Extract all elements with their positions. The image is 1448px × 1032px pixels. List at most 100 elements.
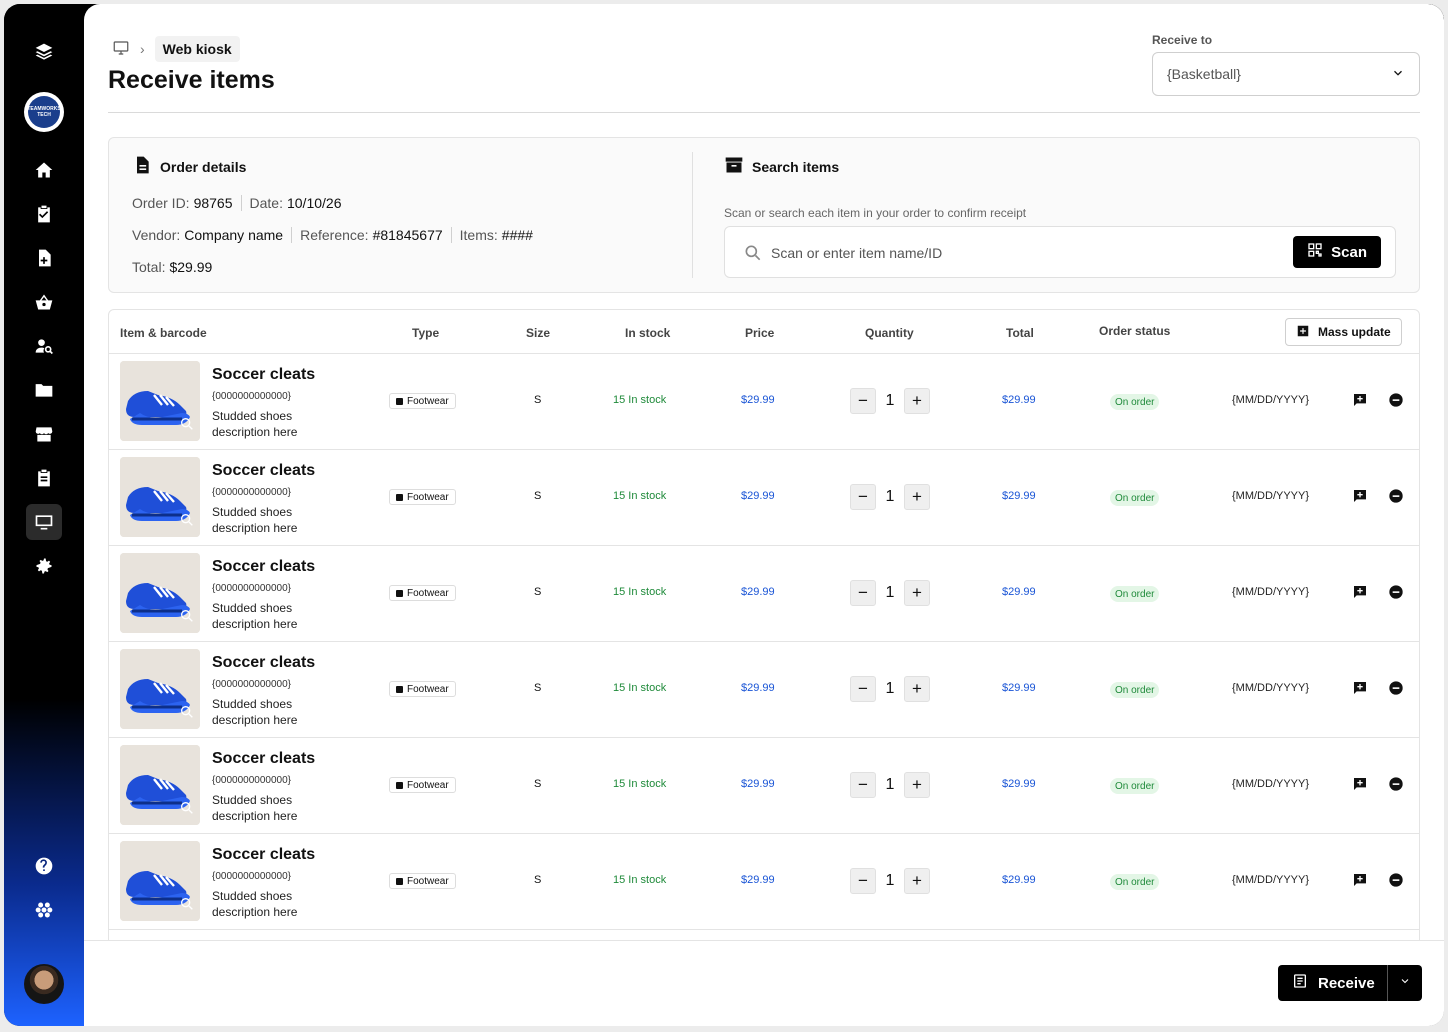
increment-button[interactable]: +: [904, 868, 930, 894]
zoom-icon[interactable]: [179, 896, 195, 917]
size-value: S: [534, 490, 542, 502]
folder-icon[interactable]: [26, 372, 62, 408]
price-value[interactable]: $29.99: [741, 778, 775, 790]
decrement-button[interactable]: −: [850, 676, 876, 702]
monitor-icon[interactable]: [112, 39, 130, 60]
zoom-icon[interactable]: [179, 512, 195, 533]
search-input[interactable]: [771, 237, 1271, 269]
add-comment-icon[interactable]: [1352, 488, 1368, 504]
add-comment-icon[interactable]: [1352, 776, 1368, 792]
price-value[interactable]: $29.99: [741, 490, 775, 502]
decrement-button[interactable]: −: [850, 772, 876, 798]
product-image[interactable]: [120, 457, 200, 537]
product-image[interactable]: [120, 841, 200, 921]
product-image[interactable]: [120, 361, 200, 441]
total-label: Total:: [132, 259, 166, 275]
chevron-down-icon: [1391, 66, 1405, 83]
size-value: S: [534, 778, 542, 790]
col-total[interactable]: Total: [1006, 326, 1034, 340]
quantity-value[interactable]: 1: [876, 584, 904, 602]
total-value[interactable]: $29.99: [1002, 586, 1036, 598]
date-value[interactable]: {MM/DD/YYYY}: [1232, 874, 1309, 886]
apps-icon[interactable]: [26, 892, 62, 928]
item-barcode: {0000000000000}: [212, 391, 291, 402]
col-type[interactable]: Type: [412, 326, 439, 340]
increment-button[interactable]: +: [904, 388, 930, 414]
monitor-icon[interactable]: [26, 504, 62, 540]
decrement-button[interactable]: −: [850, 580, 876, 606]
total-value[interactable]: $29.99: [1002, 874, 1036, 886]
date-value[interactable]: {MM/DD/YYYY}: [1232, 490, 1309, 502]
increment-button[interactable]: +: [904, 676, 930, 702]
receive-button[interactable]: Receive: [1278, 965, 1387, 1001]
zoom-icon[interactable]: [179, 608, 195, 629]
receive-split-button: Receive: [1278, 965, 1422, 1001]
zoom-icon[interactable]: [179, 800, 195, 821]
date-value[interactable]: {MM/DD/YYYY}: [1232, 394, 1309, 406]
receive-options-button[interactable]: [1388, 965, 1422, 1001]
clipboard-list-icon[interactable]: [26, 460, 62, 496]
home-icon[interactable]: [26, 152, 62, 188]
product-image[interactable]: [120, 553, 200, 633]
col-size[interactable]: Size: [526, 326, 550, 340]
date-value[interactable]: {MM/DD/YYYY}: [1232, 586, 1309, 598]
clipboard-check-icon[interactable]: [26, 196, 62, 232]
user-search-icon[interactable]: [26, 328, 62, 364]
remove-icon[interactable]: [1388, 584, 1404, 600]
price-value[interactable]: $29.99: [741, 682, 775, 694]
quantity-value[interactable]: 1: [876, 680, 904, 698]
remove-icon[interactable]: [1388, 488, 1404, 504]
order-details-header: Order details: [132, 155, 246, 178]
decrement-button[interactable]: −: [850, 868, 876, 894]
scan-button[interactable]: Scan: [1293, 236, 1381, 268]
mass-update-button[interactable]: Mass update: [1285, 318, 1402, 346]
decrement-button[interactable]: −: [850, 388, 876, 414]
remove-icon[interactable]: [1388, 392, 1404, 408]
breadcrumb-current[interactable]: Web kiosk: [154, 36, 240, 62]
zoom-icon[interactable]: [179, 704, 195, 725]
add-comment-icon[interactable]: [1352, 584, 1368, 600]
basket-icon[interactable]: [26, 284, 62, 320]
document-plus-icon[interactable]: [26, 240, 62, 276]
remove-icon[interactable]: [1388, 776, 1404, 792]
total-value[interactable]: $29.99: [1002, 490, 1036, 502]
layers-icon[interactable]: [26, 34, 62, 70]
quantity-value[interactable]: 1: [876, 488, 904, 506]
gear-icon[interactable]: [26, 548, 62, 584]
product-image[interactable]: [120, 745, 200, 825]
increment-button[interactable]: +: [904, 580, 930, 606]
help-icon[interactable]: [26, 848, 62, 884]
total-value[interactable]: $29.99: [1002, 778, 1036, 790]
team-logo[interactable]: TEAMWORKS TECH: [24, 92, 64, 132]
product-image[interactable]: [120, 649, 200, 729]
price-value[interactable]: $29.99: [741, 394, 775, 406]
col-status[interactable]: Order status: [1099, 324, 1170, 338]
add-comment-icon[interactable]: [1352, 680, 1368, 696]
total-value[interactable]: $29.99: [1002, 394, 1036, 406]
increment-button[interactable]: +: [904, 484, 930, 510]
date-value[interactable]: {MM/DD/YYYY}: [1232, 778, 1309, 790]
remove-icon[interactable]: [1388, 680, 1404, 696]
store-icon[interactable]: [26, 416, 62, 452]
date-value[interactable]: {MM/DD/YYYY}: [1232, 682, 1309, 694]
price-value[interactable]: $29.99: [741, 586, 775, 598]
quantity-value[interactable]: 1: [876, 776, 904, 794]
quantity-value[interactable]: 1: [876, 872, 904, 890]
remove-icon[interactable]: [1388, 872, 1404, 888]
quantity-value[interactable]: 1: [876, 392, 904, 410]
receive-to-select[interactable]: {Basketball}: [1152, 52, 1420, 96]
col-quantity[interactable]: Quantity: [865, 326, 914, 340]
zoom-icon[interactable]: [179, 416, 195, 437]
add-comment-icon[interactable]: [1352, 392, 1368, 408]
user-avatar[interactable]: [24, 964, 64, 1004]
add-comment-icon[interactable]: [1352, 872, 1368, 888]
price-value[interactable]: $29.99: [741, 874, 775, 886]
increment-button[interactable]: +: [904, 772, 930, 798]
col-price[interactable]: Price: [745, 326, 774, 340]
col-stock[interactable]: In stock: [625, 326, 670, 340]
col-item[interactable]: Item & barcode: [120, 326, 207, 340]
decrement-button[interactable]: −: [850, 484, 876, 510]
receive-to-label: Receive to: [1152, 33, 1213, 47]
total-value[interactable]: $29.99: [1002, 682, 1036, 694]
vendor-value: Company name: [184, 227, 284, 243]
